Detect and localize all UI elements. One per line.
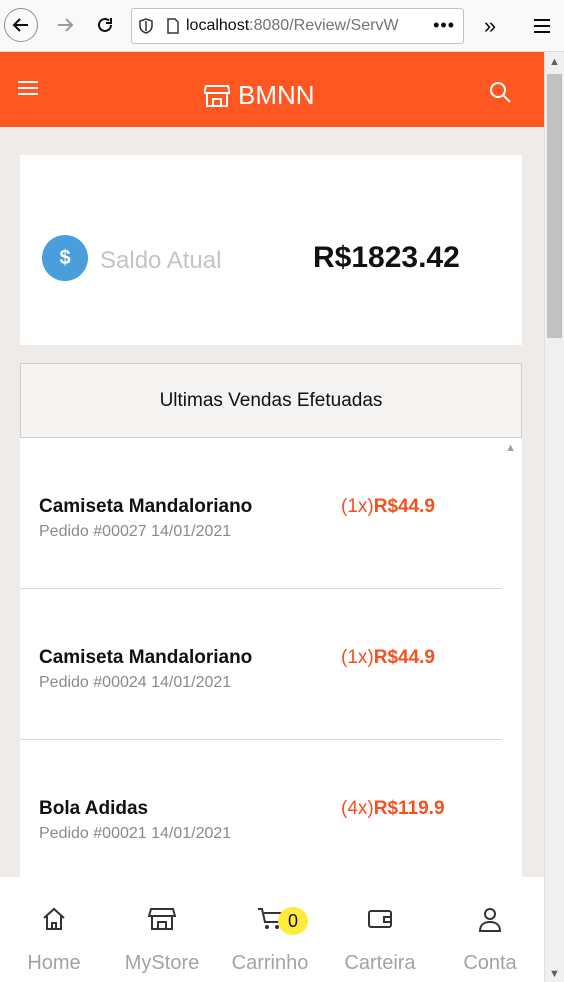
sale-amount: R$119.9 (373, 798, 445, 819)
sale-quantity: (1x) (341, 647, 374, 668)
sale-quantity: (4x) (341, 798, 374, 819)
url-bar[interactable]: localhost:8080/Review/ServW ••• (131, 8, 464, 44)
menu-button[interactable] (526, 10, 558, 42)
sale-order-info: Pedido #00024 14/01/2021 (39, 674, 232, 691)
nav-home[interactable]: Home (0, 877, 108, 982)
sales-header: Ultimas Vendas Efetuadas (20, 363, 522, 438)
nav-label: Carteira (344, 952, 416, 974)
sale-product-name: Bola Adidas (39, 798, 149, 819)
page-icon[interactable] (160, 18, 186, 34)
browser-toolbar: localhost:8080/Review/ServW ••• » (0, 0, 564, 52)
hamburger-icon (534, 19, 550, 33)
dollar-icon: $ (42, 235, 88, 281)
sale-product-name: Camiseta Mandaloriano (39, 496, 253, 517)
nav-conta[interactable]: Conta (436, 877, 544, 982)
list-item[interactable]: Camiseta Mandaloriano Pedido #00027 14/0… (20, 438, 502, 589)
sale-price: (1x)R$44.9 (341, 647, 435, 669)
search-button[interactable] (488, 80, 514, 106)
forward-button[interactable] (48, 8, 82, 42)
page-actions-button[interactable]: ••• (433, 15, 455, 36)
nav-label: MyStore (124, 952, 200, 974)
url-path: :8080/Review/ServW (249, 17, 399, 34)
overflow-button[interactable]: » (474, 10, 506, 42)
bottom-nav: Home MyStore 0 Carrinho Carteira Conta (0, 877, 544, 982)
arrow-left-icon (12, 18, 28, 32)
scroll-down-arrow-icon[interactable]: ▼ (549, 968, 560, 980)
url-text[interactable]: localhost:8080/Review/ServW (186, 17, 412, 35)
sale-quantity: (1x) (341, 496, 374, 517)
url-host: localhost (186, 17, 250, 34)
shield-icon[interactable] (132, 18, 160, 34)
user-icon (478, 908, 502, 932)
page-scrollbar[interactable]: ▲ ▼ (544, 52, 564, 982)
back-button[interactable] (4, 8, 38, 42)
nav-carrinho[interactable]: 0 Carrinho (216, 877, 324, 982)
sale-order-info: Pedido #00027 14/01/2021 (39, 523, 232, 540)
sale-product-name: Camiseta Mandaloriano (39, 647, 253, 668)
hamburger-icon (18, 81, 38, 95)
balance-value: R$1823.42 (313, 241, 460, 274)
sale-amount: R$44.9 (373, 496, 436, 517)
arrow-right-icon (58, 18, 74, 32)
wallet-icon (368, 910, 392, 928)
reload-button[interactable] (88, 8, 122, 42)
sale-order-info: Pedido #00021 14/01/2021 (39, 825, 232, 842)
home-icon (43, 907, 65, 930)
list-item[interactable]: Bola Adidas Pedido #00021 14/01/2021 (4x… (20, 740, 502, 891)
balance-card: $ Saldo Atual R$1823.42 (20, 155, 522, 345)
cart-count-badge: 0 (278, 907, 308, 935)
nav-mystore[interactable]: MyStore (108, 877, 216, 982)
hamburger-menu-button[interactable] (18, 80, 38, 98)
brand-title: BMNN (238, 80, 315, 110)
nav-label: Conta (463, 952, 517, 974)
scrollbar-thumb[interactable] (547, 74, 562, 338)
scroll-up-arrow-icon[interactable]: ▲ (549, 56, 560, 68)
nav-label: Home (27, 952, 81, 974)
store-icon (204, 84, 230, 107)
brand: BMNN (204, 80, 315, 111)
nav-carteira[interactable]: Carteira (326, 877, 434, 982)
list-scroll-up-icon[interactable]: ▲ (505, 442, 516, 454)
search-icon (490, 82, 511, 103)
reload-icon (98, 17, 112, 32)
sale-amount: R$44.9 (373, 647, 436, 668)
app-bar: BMNN (0, 52, 544, 127)
page-viewport: BMNN $ Saldo Atual R$1823.42 Ultimas Ven… (0, 52, 544, 982)
store-icon (148, 908, 176, 930)
balance-label: Saldo Atual (100, 247, 222, 274)
sale-price: (4x)R$119.9 (341, 798, 445, 820)
nav-label: Carrinho (231, 952, 309, 974)
sales-list[interactable]: ▲ Camiseta Mandaloriano Pedido #00027 14… (20, 438, 522, 938)
sale-price: (1x)R$44.9 (341, 496, 435, 518)
list-item[interactable]: Camiseta Mandaloriano Pedido #00024 14/0… (20, 589, 502, 740)
